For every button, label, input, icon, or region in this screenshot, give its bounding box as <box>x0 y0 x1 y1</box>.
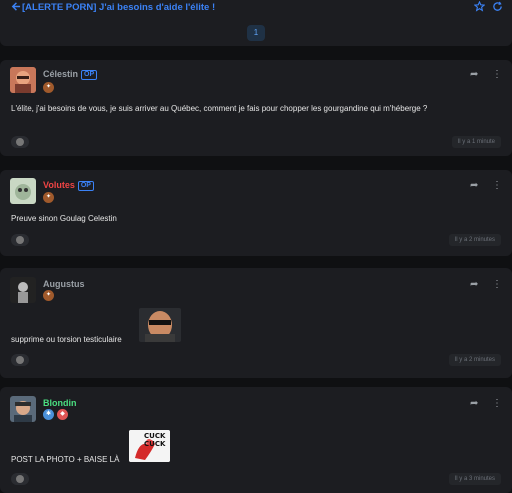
post-content: POST LA PHOTO + BAISE LÀ <box>11 455 120 464</box>
react-button[interactable] <box>11 234 29 246</box>
post-timestamp: Il y a 2 minutes <box>448 234 501 246</box>
op-badge: OP <box>77 181 94 191</box>
emoji-face-icon <box>16 138 24 146</box>
more-options-icon[interactable]: ⋮ <box>492 180 502 192</box>
rank-badge-icon: ✦ <box>43 192 54 203</box>
emoji-face-icon <box>16 236 24 244</box>
share-icon[interactable]: ➦ <box>470 69 482 81</box>
share-icon[interactable]: ➦ <box>470 180 482 192</box>
author-name-text[interactable]: Blondin <box>43 398 77 408</box>
sticker-caption: CUCK CUCK <box>144 432 166 448</box>
avatar[interactable] <box>10 277 36 303</box>
react-button[interactable] <box>11 473 29 485</box>
pagination-current-page[interactable]: 1 <box>247 25 265 41</box>
more-options-icon[interactable]: ⋮ <box>492 69 502 81</box>
more-options-icon[interactable]: ⋮ <box>492 398 502 410</box>
post-augustus: Augustus ✦ ➦ ⋮ supprime ou torsion testi… <box>0 268 512 378</box>
share-icon[interactable]: ➦ <box>470 279 482 291</box>
avatar[interactable] <box>10 67 36 93</box>
post-timestamp: Il y a 1 minute <box>451 136 501 148</box>
arrow-left-icon[interactable] <box>10 1 22 15</box>
author-name-text[interactable]: Célestin <box>43 69 78 79</box>
post-timestamp: Il y a 3 minutes <box>448 473 501 485</box>
post-timestamp: Il y a 2 minutes <box>448 354 501 366</box>
author-name-text[interactable]: Volutes <box>43 180 75 190</box>
post-volutes: Volutes OP ✦ ➦ ⋮ Preuve sinon Goulag Cele… <box>0 170 512 256</box>
topic-title: [ALERTE PORN] J'ai besoins d'aide l'élit… <box>22 2 216 13</box>
post-blondin: Blondin ✱ ◆ ➦ ⋮ POST LA PHOTO + BAISE LÀ… <box>0 387 512 493</box>
refresh-icon[interactable] <box>492 1 504 15</box>
rank-badge-icon: ✦ <box>43 82 54 93</box>
sticker-image[interactable] <box>139 308 181 342</box>
author-name[interactable]: Volutes OP <box>43 180 94 191</box>
author-name[interactable]: Blondin <box>43 398 77 409</box>
topic-header: [ALERTE PORN] J'ai besoins d'aide l'élit… <box>0 0 512 46</box>
shield-badge-icon: ◆ <box>57 409 68 420</box>
emoji-face-icon <box>16 475 24 483</box>
op-badge: OP <box>81 70 98 80</box>
avatar[interactable] <box>10 396 36 422</box>
more-options-icon[interactable]: ⋮ <box>492 279 502 291</box>
emoji-face-icon <box>16 356 24 364</box>
post-content: L'élite, j'ai besoins de vous, je suis a… <box>11 104 428 113</box>
sticker-image[interactable]: CUCK CUCK <box>129 430 170 462</box>
post-content: supprime ou torsion testiculaire <box>11 335 122 344</box>
author-name[interactable]: Augustus <box>43 279 85 290</box>
moderator-badge-icon: ✱ <box>43 409 54 420</box>
react-button[interactable] <box>11 136 29 148</box>
star-icon[interactable] <box>473 0 486 15</box>
react-button[interactable] <box>11 354 29 366</box>
avatar[interactable] <box>10 178 36 204</box>
post-celestin: Célestin OP ✦ ➦ ⋮ L'élite, j'ai besoins d… <box>0 60 512 156</box>
rank-badge-icon: ✦ <box>43 290 54 301</box>
author-name-text[interactable]: Augustus <box>43 279 85 289</box>
author-name[interactable]: Célestin OP <box>43 69 98 80</box>
post-content: Preuve sinon Goulag Celestin <box>11 214 117 223</box>
share-icon[interactable]: ➦ <box>470 398 482 410</box>
